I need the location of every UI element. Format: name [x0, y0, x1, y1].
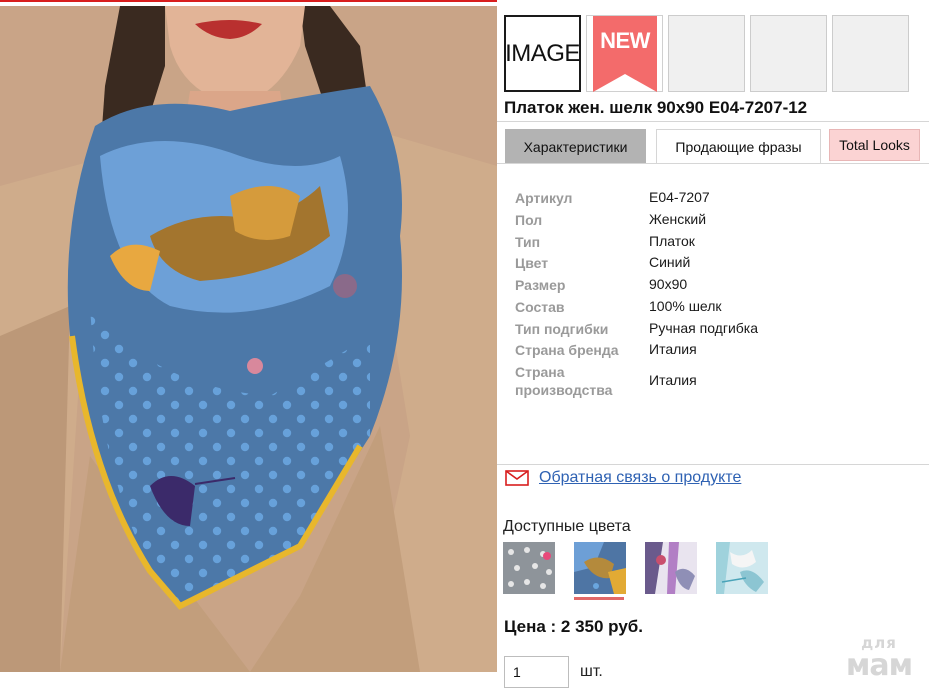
watermark-line2: мам [845, 648, 913, 683]
spec-label: Пол [515, 212, 543, 228]
tab-characteristics[interactable]: Характеристики [505, 129, 646, 164]
thumbnail-image-label: IMAGE [505, 39, 580, 67]
tab-selling-phrases[interactable]: Продающие фразы [656, 129, 821, 164]
spec-label: Страна бренда [515, 342, 619, 358]
thumbnail-empty[interactable] [750, 15, 827, 92]
spec-label: Страна производства [515, 364, 613, 398]
divider [497, 121, 929, 122]
selected-color-indicator [574, 597, 624, 600]
spec-value: Ручная подгибка [649, 320, 759, 336]
spec-label: Цвет [515, 255, 549, 271]
price: Цена : 2 350 руб. [504, 617, 644, 636]
spec-value: Платок [649, 233, 695, 249]
spec-label: Размер [515, 277, 566, 293]
thumbnail-new-badge[interactable]: NEW [586, 15, 663, 92]
spec-value: 100% шелк [649, 298, 722, 314]
available-colors-label: Доступные цвета [503, 518, 631, 535]
spec-value: 90x90 [649, 276, 688, 292]
feedback-link[interactable]: Обратная связь о продукте [505, 468, 741, 488]
product-details-panel: IMAGE NEW Платок жен. шелк 90x90 E04-720… [497, 0, 929, 688]
thumbnail-empty[interactable] [832, 15, 909, 92]
spec-label: Состав [515, 299, 565, 315]
spec-value: Италия [649, 372, 697, 388]
quantity-unit: шт. [580, 663, 603, 680]
spec-label: Тип [515, 234, 541, 250]
spec-value: Синий [649, 254, 691, 270]
thumbnail-empty[interactable] [668, 15, 745, 92]
product-photo[interactable] [0, 6, 497, 672]
color-swatch[interactable] [716, 542, 768, 594]
specs-table: Артикул E04-7207 Пол Женский Тип Платок … [497, 163, 929, 465]
spec-label: Артикул [515, 190, 573, 206]
color-swatch-selected[interactable] [574, 542, 626, 594]
spec-label: Тип подгибки [515, 321, 609, 337]
top-red-line [0, 0, 497, 2]
product-title: Платок жен. шелк 90x90 E04-7207-12 [504, 98, 808, 117]
watermark-logo: для мам [839, 636, 919, 681]
new-badge-label: NEW [600, 28, 650, 53]
spec-value: Женский [649, 211, 707, 227]
tab-total-looks[interactable]: Total Looks [829, 129, 920, 161]
thumbnail-image[interactable]: IMAGE [504, 15, 581, 92]
color-swatch[interactable] [645, 542, 697, 594]
spec-value: E04-7207 [649, 189, 710, 205]
spec-value: Италия [649, 341, 697, 357]
feedback-link-text[interactable]: Обратная связь о продукте [539, 469, 741, 487]
mail-icon [505, 470, 529, 486]
quantity-input[interactable] [504, 656, 569, 688]
color-swatch[interactable] [503, 542, 555, 594]
